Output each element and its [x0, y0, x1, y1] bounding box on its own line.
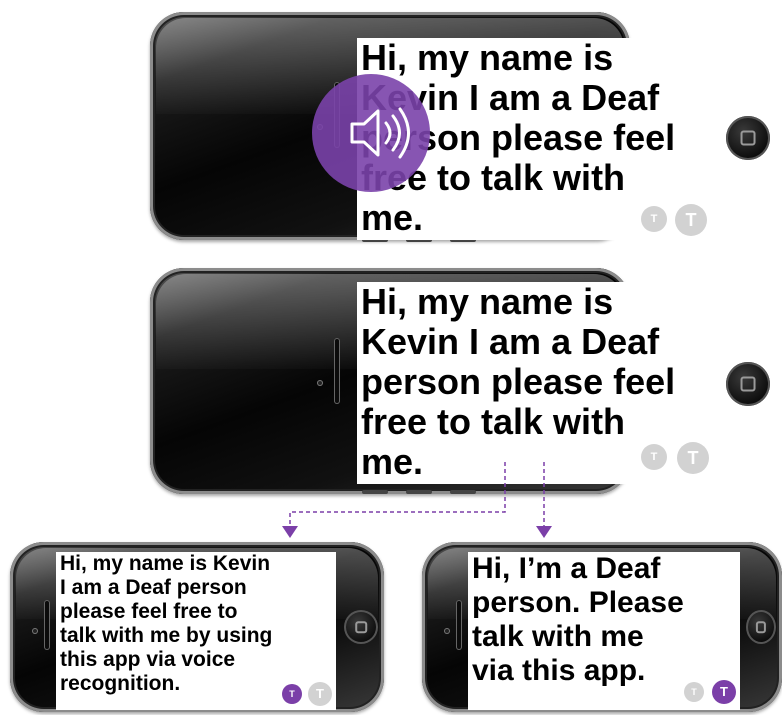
connector-small-text	[289, 462, 506, 526]
front-camera	[32, 628, 38, 634]
arrow-head	[536, 526, 552, 538]
message-text: Hi, I’m a Deaf person. Please talk with …	[472, 552, 684, 687]
arrow-head	[282, 526, 298, 538]
home-button-icon[interactable]	[344, 610, 378, 644]
phone-bottom-right: Hi, I’m a Deaf person. Please talk with …	[422, 542, 782, 712]
earpiece-speaker	[456, 600, 462, 650]
phone-screen: Hi, my name is Kevin I am a Deaf person …	[56, 552, 336, 710]
small-text-button[interactable]: T	[282, 684, 302, 704]
large-text-button[interactable]: T	[712, 680, 736, 704]
phone-bottom-left: Hi, my name is Kevin I am a Deaf person …	[10, 542, 384, 712]
front-camera	[444, 628, 450, 634]
earpiece-speaker	[44, 600, 50, 650]
phone-screen: Hi, I’m a Deaf person. Please talk with …	[468, 552, 740, 710]
home-button-icon[interactable]	[746, 610, 776, 644]
large-text-button[interactable]: T	[308, 682, 332, 706]
message-text: Hi, my name is Kevin I am a Deaf person …	[60, 552, 273, 695]
small-text-button[interactable]: T	[684, 682, 704, 702]
